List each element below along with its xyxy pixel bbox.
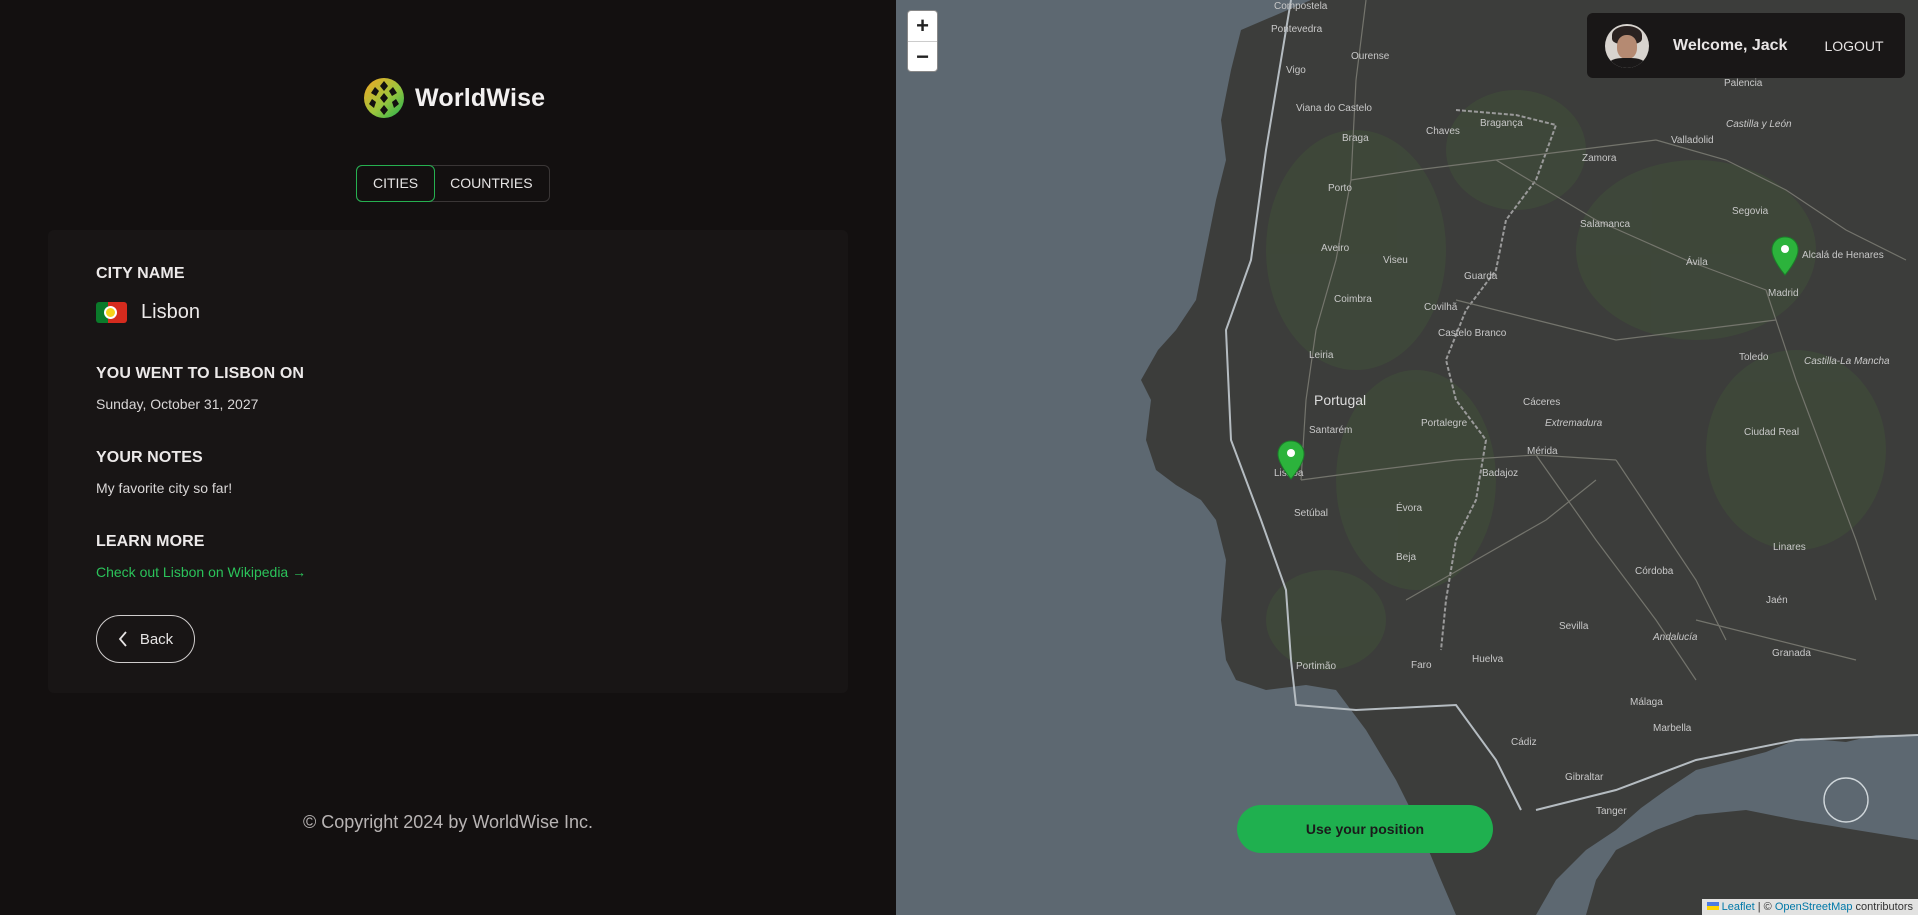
map-label: Castilla y León	[1726, 119, 1792, 130]
map-label: Bragança	[1480, 118, 1523, 129]
attribution-separator: | ©	[1754, 901, 1775, 913]
map-label: Porto	[1328, 183, 1352, 194]
notes-text: My favorite city so far!	[96, 480, 233, 496]
app-name: WorldWise	[415, 83, 546, 112]
city-details-card: City name Lisbon You went to Lisbon on S…	[48, 230, 848, 693]
map-label: Ourense	[1351, 51, 1390, 62]
zoom-out-button[interactable]: −	[908, 41, 937, 71]
notes-label: Your notes	[96, 449, 203, 466]
map-label: Madrid	[1768, 288, 1799, 299]
map-label: Córdoba	[1635, 566, 1674, 577]
map-label: Évora	[1396, 503, 1423, 514]
map-label: Faro	[1411, 660, 1432, 671]
copyright: © Copyright 2024 by WorldWise Inc.	[302, 812, 594, 832]
map-label: Valladolid	[1671, 135, 1714, 146]
ukraine-flag-icon	[1706, 902, 1719, 910]
globe-logo-icon	[364, 78, 404, 118]
map-label: Chaves	[1426, 126, 1460, 137]
welcome-text: Welcome, Jack	[1673, 36, 1788, 54]
user-panel: Welcome, Jack Logout	[1587, 13, 1905, 78]
map-label: Guarda	[1464, 271, 1498, 282]
wikipedia-link[interactable]: Check out Lisbon on Wikipedia →	[96, 564, 306, 580]
map-label: Aveiro	[1321, 243, 1350, 254]
logout-button[interactable]: Logout	[1824, 38, 1883, 54]
back-button-label: Back	[139, 630, 174, 648]
map-label: Ávila	[1686, 257, 1708, 268]
map-label: Compostela	[1274, 1, 1328, 12]
attribution-suffix: contributors	[1852, 901, 1913, 913]
map-label: Coimbra	[1334, 294, 1372, 305]
map-label: Leiria	[1309, 350, 1334, 361]
map-label: Viseu	[1383, 255, 1408, 266]
chevron-left-icon	[118, 631, 127, 647]
map-label: Braga	[1342, 133, 1369, 144]
map-label: Jaén	[1766, 595, 1788, 606]
leaflet-link[interactable]: Leaflet	[1722, 901, 1755, 913]
map[interactable]: Compostela Pontevedra Ourense Vigo Viana…	[896, 0, 1918, 915]
map-label: Palencia	[1724, 78, 1763, 89]
avatar	[1605, 23, 1649, 68]
map-label: Alcalá de Henares	[1802, 250, 1884, 261]
map-attribution: Leaflet | © OpenStreetMap contributors	[1701, 899, 1918, 915]
zoom-control: + −	[907, 10, 938, 72]
map-label: Castilla-La Mancha	[1804, 356, 1890, 367]
map-label: Salamanca	[1580, 219, 1631, 230]
map-label: Covilhã	[1424, 302, 1458, 313]
map-label: Cáceres	[1523, 397, 1561, 408]
map-label: Málaga	[1630, 697, 1663, 708]
map-label: Setúbal	[1294, 508, 1328, 519]
map-label: Pontevedra	[1271, 24, 1323, 35]
map-label: Vigo	[1286, 65, 1306, 76]
map-label: Mérida	[1527, 446, 1558, 457]
map-label: Extremadura	[1545, 418, 1603, 429]
map-label: Linares	[1773, 542, 1806, 553]
map-label: Gibraltar	[1565, 772, 1604, 783]
back-button[interactable]: Back	[96, 615, 195, 663]
map-label: Portalegre	[1421, 418, 1468, 429]
visited-date-label: You went to Lisbon on	[96, 365, 305, 382]
map-marker-madrid[interactable]	[1771, 236, 1799, 276]
map-label: Badajoz	[1482, 468, 1519, 479]
map-tiles[interactable]	[896, 0, 1918, 915]
map-label: Granada	[1772, 648, 1811, 659]
city-name-row: Lisbon	[96, 301, 200, 324]
use-position-button[interactable]: Use your position	[1237, 805, 1493, 853]
map-label: Huelva	[1472, 654, 1504, 665]
map-label: Marbella	[1653, 723, 1692, 734]
tab-countries[interactable]: Countries	[434, 166, 548, 201]
map-label: Portimão	[1296, 661, 1337, 672]
map-label: Beja	[1396, 552, 1417, 563]
city-name: Lisbon	[141, 301, 200, 323]
map-label: Castelo Branco	[1438, 328, 1507, 339]
map-label: Viana do Castelo	[1296, 103, 1372, 114]
map-label: Tanger	[1596, 806, 1627, 817]
visited-date: Sunday, October 31, 2027	[96, 396, 259, 412]
map-label: Portugal	[1314, 392, 1367, 408]
map-label: Santarém	[1309, 425, 1353, 436]
portugal-flag-icon	[96, 302, 127, 323]
openstreetmap-link[interactable]: OpenStreetMap	[1775, 901, 1853, 913]
map-marker-lisbon[interactable]	[1277, 440, 1305, 480]
sidebar: WorldWise Cities Countries City name Lis…	[0, 0, 896, 915]
map-label: Sevilla	[1559, 621, 1589, 632]
zoom-in-button[interactable]: +	[908, 11, 937, 41]
map-label: Ciudad Real	[1744, 427, 1800, 438]
city-name-label: City name	[96, 265, 185, 282]
map-label: Andalucía	[1653, 632, 1698, 643]
view-tabs: Cities Countries	[356, 165, 550, 202]
learn-more-label: Learn more	[96, 533, 205, 550]
app-logo[interactable]: WorldWise	[363, 77, 545, 119]
map-label: Toledo	[1739, 352, 1769, 363]
map-label: Segovia	[1732, 206, 1769, 217]
map-label: Zamora	[1582, 153, 1617, 164]
map-label: Cádiz	[1511, 737, 1537, 748]
tab-cities[interactable]: Cities	[356, 165, 436, 202]
